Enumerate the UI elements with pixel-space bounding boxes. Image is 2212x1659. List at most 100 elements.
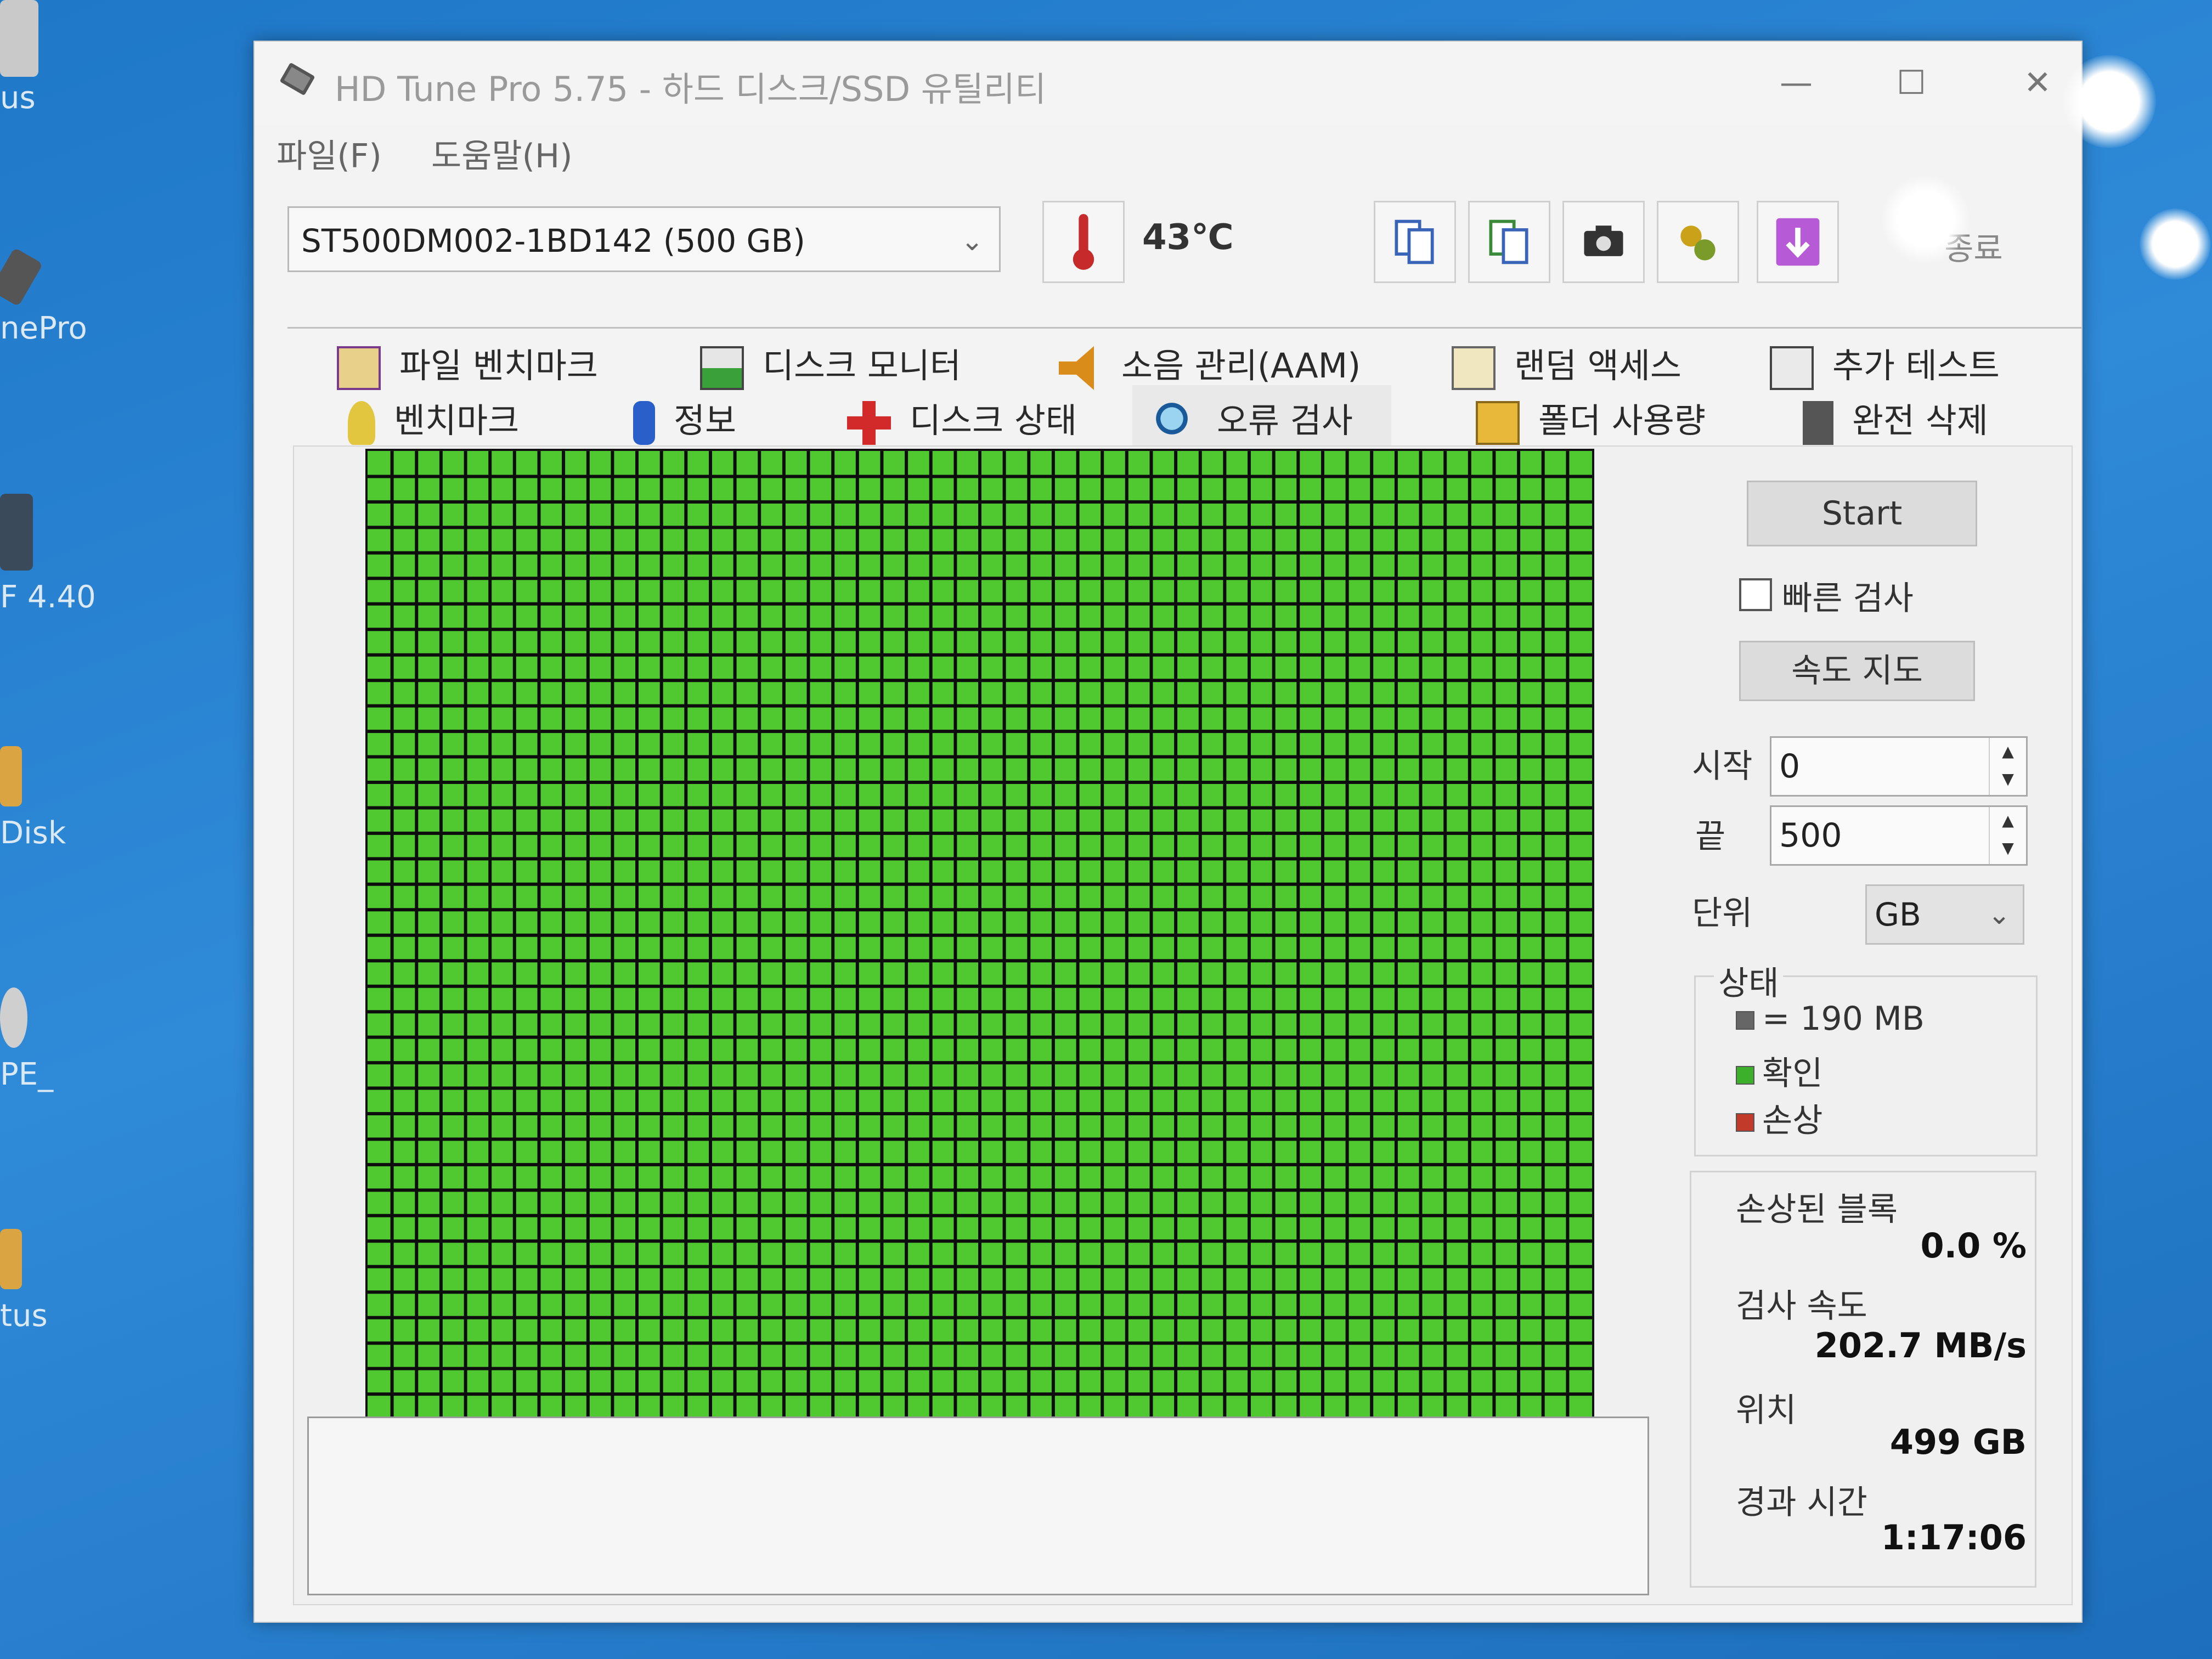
lightbulb-icon xyxy=(348,400,375,445)
menu-help[interactable]: 도움말(H) xyxy=(431,129,573,177)
close-button[interactable]: ✕ xyxy=(2016,64,2059,102)
folder-icon xyxy=(0,1229,22,1289)
camera-icon xyxy=(1584,225,1623,256)
position-label: 위치 xyxy=(1736,1391,1797,1430)
desktop-icon-1[interactable]: us xyxy=(0,0,82,116)
spinner-arrows-icon[interactable]: ▲ ▼ xyxy=(1989,807,2026,864)
tab-label: 폴더 사용량 xyxy=(1538,400,1706,441)
quick-scan-checkbox[interactable] xyxy=(1739,578,1772,611)
desktop-icon-5[interactable]: PE_ xyxy=(0,988,82,1092)
tab-aam[interactable]: 소음 관리(AAM) xyxy=(1059,338,1361,390)
tab-label: 디스크 상태 xyxy=(910,400,1077,441)
download-icon xyxy=(1776,218,1820,266)
hd-tune-icon xyxy=(0,247,43,307)
desktop-icon-label: Disk xyxy=(0,815,66,851)
scan-grid-svg xyxy=(368,451,1592,1445)
chevron-down-icon: ⌄ xyxy=(961,225,984,257)
tab-extra-tests[interactable]: 추가 테스트 xyxy=(1770,338,2000,390)
hard-drive-icon xyxy=(280,63,315,95)
scan-block-grid xyxy=(365,449,1594,1447)
end-position-input[interactable]: 500 ▲ ▼ xyxy=(1770,805,2028,866)
title-bar[interactable]: HD Tune Pro 5.75 - 하드 디스크/SSD 유틸리티 — ☐ ✕ xyxy=(255,42,2081,124)
tab-benchmark[interactable]: 벤치마크 xyxy=(348,393,519,445)
tab-label: 완전 삭제 xyxy=(1852,400,1988,441)
tab-label: 디스크 모니터 xyxy=(763,346,961,386)
options-icon xyxy=(1680,225,1716,261)
desktop-icon-label: PE_ xyxy=(0,1057,54,1092)
log-output-box[interactable] xyxy=(307,1417,1649,1595)
copy-all-button[interactable] xyxy=(1468,201,1550,283)
tab-label: 정보 xyxy=(674,400,737,441)
scan-speed-label: 검사 속도 xyxy=(1736,1287,1867,1325)
elapsed-time-value: 1:17:06 xyxy=(1881,1517,2027,1558)
file-benchmark-icon xyxy=(337,346,381,390)
end-field-label: 끝 xyxy=(1695,817,1726,856)
screenshot-button[interactable] xyxy=(1562,201,1645,283)
screen-glare xyxy=(1882,176,1970,263)
maximize-button[interactable]: ☐ xyxy=(1889,64,1933,102)
temperature-value: 43℃ xyxy=(1142,217,1234,258)
desktop-icon-label: tus xyxy=(0,1298,48,1334)
trash-icon xyxy=(1803,400,1833,445)
desktop-icon-label: us xyxy=(0,80,36,116)
unit-select[interactable]: GB ⌄ xyxy=(1865,884,2024,945)
tab-info[interactable]: 정보 xyxy=(633,393,736,445)
position-value: 499 GB xyxy=(1889,1422,2027,1462)
speed-map-button[interactable]: 속도 지도 xyxy=(1739,641,1975,701)
scan-speed-value: 202.7 MB/s xyxy=(1814,1325,2027,1365)
minimize-button[interactable]: — xyxy=(1774,64,1818,102)
tab-label: 랜덤 액세스 xyxy=(1514,346,1681,386)
desktop-icon-2[interactable]: nePro xyxy=(0,247,87,346)
disk-monitor-icon xyxy=(700,346,744,390)
legend-damaged-text: 손상 xyxy=(1762,1102,1823,1140)
temperature-button[interactable] xyxy=(1042,201,1125,283)
tab-label: 추가 테스트 xyxy=(1832,346,2000,386)
copy-icon xyxy=(1395,219,1434,264)
unit-select-value: GB xyxy=(1875,896,1921,933)
chevron-down-icon: ⌄ xyxy=(1988,899,2011,930)
legend-block-size: = 190 MB xyxy=(1736,1000,1925,1038)
desktop-icon-label: F 4.40 xyxy=(0,579,96,615)
start-position-input[interactable]: 0 ▲ ▼ xyxy=(1770,736,2028,797)
tab-label: 파일 벤치마크 xyxy=(399,346,598,386)
speaker-icon xyxy=(1059,346,1094,390)
start-button[interactable]: Start xyxy=(1747,481,1977,546)
drive-select[interactable]: ST500DM002-1BD142 (500 GB) ⌄ xyxy=(287,206,1001,272)
desktop-icon-6[interactable]: tus xyxy=(0,1229,82,1334)
status-legend-title: 상태 xyxy=(1714,957,1784,1005)
copy-all-icon xyxy=(1489,219,1528,264)
magnifier-icon xyxy=(1154,400,1198,445)
folder-icon xyxy=(1476,400,1520,445)
tab-erase[interactable]: 완전 삭제 xyxy=(1803,393,1988,445)
unit-label: 단위 xyxy=(1692,894,1753,933)
options-button[interactable] xyxy=(1657,201,1739,283)
damaged-blocks-label: 손상된 블록 xyxy=(1736,1190,1898,1229)
menu-file[interactable]: 파일(F) xyxy=(276,129,382,177)
extra-tests-icon xyxy=(1770,346,1814,390)
tab-health[interactable]: 디스크 상태 xyxy=(847,393,1077,445)
folder-icon xyxy=(0,746,22,806)
screen-glare xyxy=(2063,55,2156,148)
spinner-arrows-icon[interactable]: ▲ ▼ xyxy=(1989,738,2026,795)
desktop-icon-3[interactable]: F 4.40 xyxy=(0,494,96,615)
window-title: HD Tune Pro 5.75 - 하드 디스크/SSD 유틸리티 xyxy=(335,69,1046,109)
save-button[interactable] xyxy=(1757,201,1839,283)
legend-ok: 확인 xyxy=(1736,1047,1822,1094)
app-icon xyxy=(0,0,38,77)
tab-file-benchmark[interactable]: 파일 벤치마크 xyxy=(337,338,598,390)
tab-folder-usage[interactable]: 폴더 사용량 xyxy=(1476,393,1706,445)
desktop-icon-label: nePro xyxy=(0,311,87,346)
health-cross-icon xyxy=(847,400,891,445)
thermometer-icon xyxy=(1073,214,1094,270)
tab-random-access[interactable]: 랜덤 액세스 xyxy=(1452,338,1681,390)
copy-text-button[interactable] xyxy=(1374,201,1456,283)
tab-disk-monitor[interactable]: 디스크 모니터 xyxy=(700,338,961,390)
desktop-icon-4[interactable]: Disk xyxy=(0,746,82,851)
tab-error-scan[interactable]: 오류 검사 xyxy=(1132,385,1391,454)
damaged-blocks-value: 0.0 % xyxy=(1920,1226,2027,1266)
block-swatch xyxy=(1736,1011,1754,1030)
legend-ok-text: 확인 xyxy=(1762,1054,1823,1093)
tab-label: 벤치마크 xyxy=(394,400,520,441)
disc-icon xyxy=(0,988,27,1048)
screen-glare xyxy=(2140,208,2211,280)
